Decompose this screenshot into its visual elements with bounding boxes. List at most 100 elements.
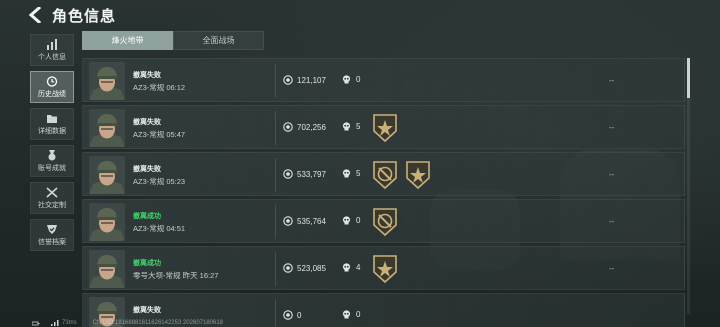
value-text: 0 [297,310,302,320]
value-text: 121,107 [297,75,326,85]
kills-text: 0 [356,216,361,225]
tools-icon [46,186,58,198]
tab-full-battlefield[interactable]: 全面战场 [173,31,264,50]
kill-count: 5 [342,122,360,131]
extra-info: -- [609,76,615,85]
match-row[interactable]: 撤离成功 AZ3-常规 04:51 535,764 0 -- [82,199,685,243]
star-badge-icon[interactable] [372,113,398,143]
sidebar-item-label: 账号成就 [38,164,66,172]
match-result: 撤离成功 [133,213,161,220]
match-result: 撤离失败 [133,119,161,126]
skull-icon [342,122,351,131]
clock-icon [46,75,58,87]
extract-value: 535,764 [283,216,326,226]
row-divider [275,111,276,145]
row-divider [275,252,276,286]
sidebar-item-details[interactable]: 详细数据 [30,108,74,140]
skull-icon [342,216,351,225]
sidebar-item-achievements[interactable]: 账号成就 [30,145,74,177]
achievement-badges [372,254,405,284]
row-divider [275,158,276,192]
kills-text: 5 [356,122,361,131]
extract-value: 523,085 [283,263,326,273]
operator-portrait [89,109,125,147]
match-result: 撤离失败 [133,307,161,314]
kills-text: 0 [356,310,361,319]
slash-badge-icon[interactable] [372,160,398,190]
avatar [89,109,125,147]
folder-icon [47,114,57,123]
operator-portrait [89,62,125,100]
coin-icon [283,122,293,132]
kill-count: 0 [342,310,360,319]
skull-icon [342,75,351,84]
row-divider [275,205,276,239]
kills-text: 5 [356,169,361,178]
star-badge-icon[interactable] [372,254,398,284]
operator-portrait [89,250,125,288]
match-result: 撤离成功 [133,260,161,267]
coin-icon [283,263,293,273]
coin-icon [283,310,293,320]
header-bar: 角色信息 [0,0,720,30]
sidebar-item-label: 历史战绩 [38,90,66,98]
latency-text: 73ms [62,319,77,326]
sidebar-item-profile[interactable]: 个人信息 [30,34,74,66]
value-text: 533,797 [297,169,326,179]
back-arrow-icon [28,7,42,23]
sidebar-item-label: 个人信息 [38,53,66,61]
sidebar-item-history[interactable]: 历史战绩 [30,71,74,103]
match-mode-time: 零号大坝-常规 昨天 16:27 [133,271,219,280]
slash-badge-icon[interactable] [372,207,398,237]
extra-info: -- [609,264,615,273]
match-result: 撤离失败 [133,166,161,173]
tab-warzone-extraction[interactable]: 烽火地带 [82,31,173,50]
match-result: 撤离失败 [133,72,161,79]
extract-value: 121,107 [283,75,326,85]
star-badge-icon[interactable] [405,160,431,190]
sidebar-item-label: 详细数据 [38,127,66,135]
match-mode-time: AZ3-常规 05:47 [133,130,186,139]
extract-value: 0 [283,310,301,320]
extract-value: 533,797 [283,169,326,179]
medal-icon [48,149,56,160]
operator-portrait [89,156,125,194]
match-mode-time: AZ3-常规 06:12 [133,83,186,92]
skull-icon [342,263,351,272]
match-row[interactable]: 撤离失败 AZ3-常规 05:23 533,797 5 -- [82,152,685,196]
kill-count: 5 [342,169,360,178]
row-divider [275,299,276,327]
achievement-badges [372,160,438,190]
scrollbar-thumb[interactable] [687,58,690,98]
mode-tabs: 烽火地带 全面战场 [82,31,264,50]
sidebar-item-social[interactable]: 社交定制 [30,182,74,214]
kill-count: 0 [342,75,360,84]
back-button[interactable] [20,0,50,30]
skull-icon [342,169,351,178]
signal-icon [32,321,40,325]
coin-icon [283,75,293,85]
skull-icon [342,310,351,319]
match-row[interactable]: 撤离失败 AZ3-常规 05:47 702,256 5 -- [82,105,685,149]
extra-info: -- [609,123,615,132]
match-row[interactable]: 撤离失败 AZ3-常规 06:12 121,107 0 -- [82,58,685,102]
value-text: 523,085 [297,263,326,273]
kill-count: 0 [342,216,360,225]
match-mode-time: AZ3-常规 04:51 [133,224,186,233]
coin-icon [283,169,293,179]
kill-count: 4 [342,263,360,272]
sidebar: 个人信息 历史战绩 详细数据 账号成就 社交定制 信誉档案 [30,34,74,256]
avatar [89,250,125,288]
match-row[interactable]: 撤离成功零号大坝-常规 昨天 16:27 523,085 4 -- [82,246,685,290]
avatar [89,156,125,194]
extract-value: 702,256 [283,122,326,132]
avatar [89,203,125,241]
row-divider [275,64,276,98]
match-history-list[interactable]: 撤离失败 AZ3-常规 06:12 121,107 0 -- 撤离失败 AZ3-常规 05:… [82,58,685,327]
sidebar-item-reputation[interactable]: 信誉档案 [30,219,74,251]
bar-chart-icon [47,38,57,50]
achievement-badges [372,113,405,143]
coin-icon [283,216,293,226]
sidebar-item-label: 信誉档案 [38,238,66,246]
status-footer: 73ms CN UID:18168881611626142253 2026071… [32,318,223,327]
